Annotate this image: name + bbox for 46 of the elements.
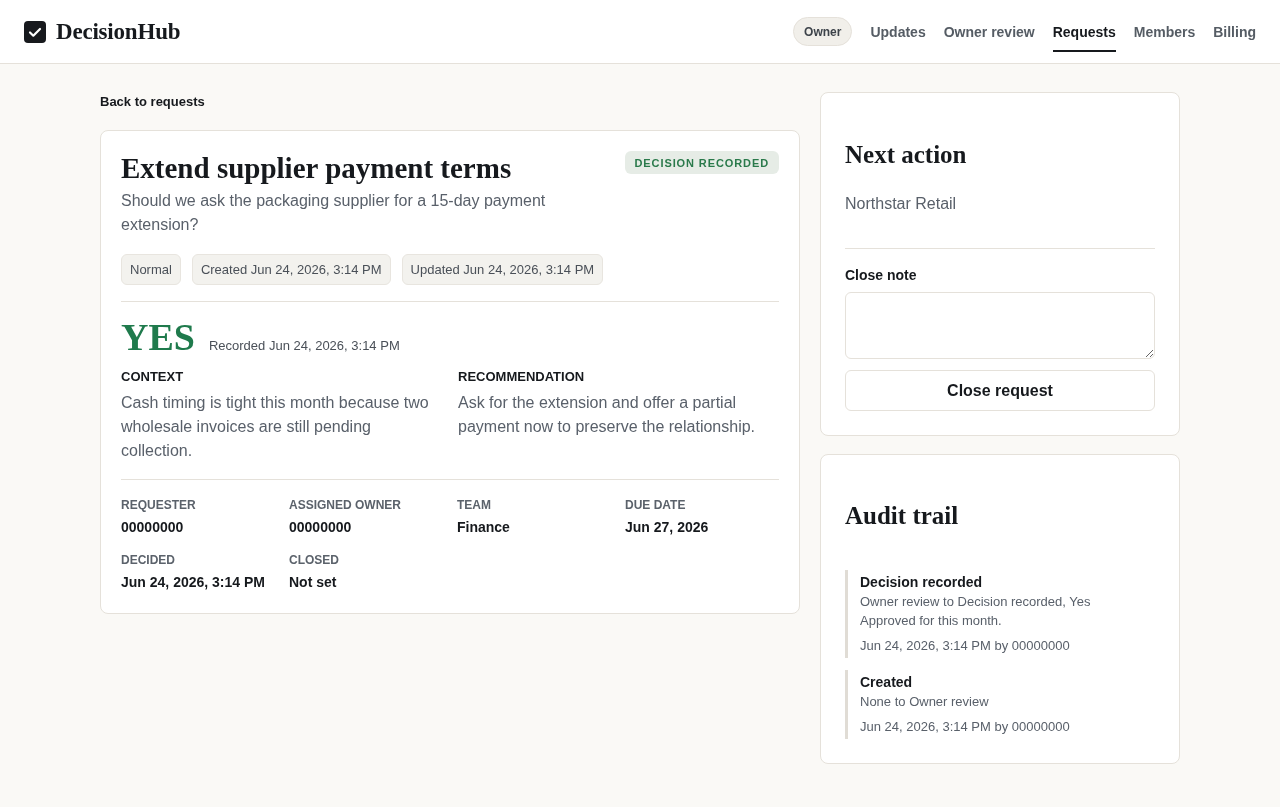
close-request-button[interactable]: Close request xyxy=(845,370,1155,411)
entry-change: None to Owner review xyxy=(860,693,990,711)
section-text: Cash timing is tight this month because two wholesale invoices are still pending collection. xyxy=(121,393,430,461)
assignee-name: Northstar Retail xyxy=(845,194,958,214)
recorded-timestamp: Recorded Jun 24, 2026, 3:14 PM xyxy=(208,338,400,353)
meta-chip: Normal xyxy=(121,254,181,285)
app-logo: DecisionHub xyxy=(56,18,181,45)
detail-value: Jun 27, 2026 xyxy=(625,518,710,537)
detail-label: TEAM xyxy=(457,497,492,514)
nav-tab[interactable]: Owner review xyxy=(943,11,1035,52)
detail-value: Not set xyxy=(289,573,338,592)
entry-meta: Jun 24, 2026, 3:14 PM by 00000000 xyxy=(860,637,1071,655)
close-note-field[interactable] xyxy=(845,292,1155,359)
nav-tab[interactable]: Members xyxy=(1133,11,1196,52)
nav-tab[interactable]: Updates xyxy=(870,11,926,52)
card-title: Audit trail xyxy=(845,501,960,531)
detail-label: DUE DATE xyxy=(625,497,687,514)
request-title: Extend supplier payment terms xyxy=(121,151,512,185)
detail-value: Jun 24, 2026, 3:14 PM xyxy=(121,573,266,592)
role-badge: Owner xyxy=(793,17,853,46)
meta-chip: Created Jun 24, 2026, 3:14 PM xyxy=(191,254,391,285)
status-badge: DECISION RECORDED xyxy=(624,151,779,174)
detail-value: Finance xyxy=(457,518,511,537)
detail-value: 00000000 xyxy=(121,518,185,537)
detail-value: 00000000 xyxy=(289,518,353,537)
field-label: Close note xyxy=(845,266,918,285)
section-text: Ask for the extension and offer a partial payment now to preserve the relationship. xyxy=(458,393,757,437)
entry-title: Decision recorded xyxy=(860,573,984,592)
meta-chip: Updated Jun 24, 2026, 3:14 PM xyxy=(401,254,604,285)
section-label: RECOMMENDATION xyxy=(458,368,586,386)
detail-label: CLOSED xyxy=(289,552,340,569)
entry-note: Approved for this month. xyxy=(860,612,1003,630)
entry-title: Created xyxy=(860,673,914,692)
detail-label: REQUESTER xyxy=(121,497,197,514)
card-title: Next action xyxy=(845,140,968,170)
section-label: CONTEXT xyxy=(121,368,185,386)
entry-meta: Jun 24, 2026, 3:14 PM by 00000000 xyxy=(860,718,1071,736)
checkbox-logo-icon xyxy=(24,20,46,43)
detail-label: DECIDED xyxy=(121,552,176,569)
decision-answer: YES xyxy=(121,318,195,356)
back-link[interactable]: Back to requests xyxy=(100,92,205,112)
nav-tab[interactable]: Requests xyxy=(1052,11,1116,52)
request-question: Should we ask the packaging supplier for a 15-day payment extension? xyxy=(121,191,547,235)
nav-tab[interactable]: Billing xyxy=(1213,11,1256,52)
detail-label: ASSIGNED OWNER xyxy=(289,497,402,514)
entry-change: Owner review to Decision recorded, Yes xyxy=(860,593,1092,611)
